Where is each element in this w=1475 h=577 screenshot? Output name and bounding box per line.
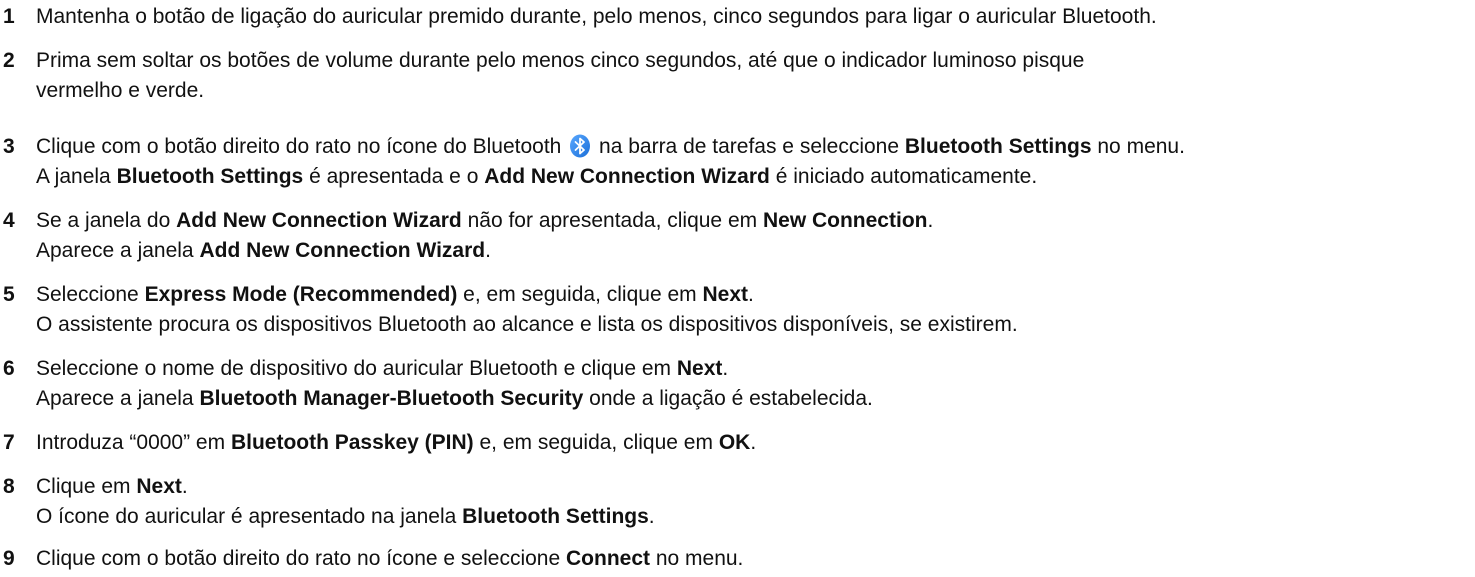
step-text-run: é iniciado automaticamente. [769,165,1038,188]
step-text-run: O ícone do auricular é apresentado na ja… [36,505,463,528]
step-number: 9 [3,547,15,570]
step-text: Se a janela do Add New Connection Wizard… [36,206,1472,266]
step-text-run: . [750,431,757,454]
step-text-run: Clique com o botão direito do rato no íc… [36,135,568,158]
step-text-run: e, em seguida, clique em [473,431,719,454]
ui-term: Bluetooth Manager-Bluetooth Security [199,387,584,410]
step-text-run: Seleccione o nome de dispositivo do auri… [36,357,677,380]
step-text-run: e, em seguida, clique em [457,283,703,306]
step-text-run: é apresentada e o [303,165,485,188]
step-line: Mantenha o botão de ligação do auricular… [36,2,1472,32]
step-text-run: no menu. [650,547,744,570]
ui-term: Bluetooth Settings [904,135,1092,158]
step-line: Aparece a janela Add New Connection Wiza… [36,236,1472,266]
ui-term: OK [718,431,751,454]
ui-term: Add New Connection Wizard [199,239,486,262]
step-text-run: . [927,209,934,232]
step-number: 4 [3,209,15,232]
step-text-run: onde a ligação é estabelecida. [583,387,873,410]
step-text-run: Seleccione [36,283,145,306]
step-text-run: Clique em [36,475,137,498]
step-text-run: Aparece a janela [36,387,200,410]
step-line: Introduza “0000” em Bluetooth Passkey (P… [36,428,1472,458]
step-line: Se a janela do Add New Connection Wizard… [36,206,1472,236]
ui-term: Express Mode (Recommended) [144,283,458,306]
step-text: Mantenha o botão de ligação do auricular… [36,2,1472,32]
step-number: 1 [3,5,15,28]
step-line: Clique com o botão direito do rato no íc… [36,544,1472,574]
ui-term: New Connection [762,209,928,232]
ui-term: Next [676,357,723,380]
ui-term: Bluetooth Settings [462,505,649,528]
bluetooth-icon [569,134,591,158]
step-line: Aparece a janela Bluetooth Manager-Bluet… [36,384,1472,414]
step-number: 2 [3,49,15,72]
step-text: Clique com o botão direito do rato no íc… [36,544,1472,574]
ui-term: Bluetooth Passkey (PIN) [230,431,474,454]
step-text-run: não for apresentada, clique em [461,209,763,232]
step-text: Introduza “0000” em Bluetooth Passkey (P… [36,428,1472,458]
step-text-run: Prima sem soltar os botões de volume dur… [36,49,1085,72]
step-text-run: Introduza “0000” em [36,431,231,454]
step-text-run: O assistente procura os dispositivos Blu… [36,313,1018,336]
step-number: 6 [3,357,15,380]
step-line: Prima sem soltar os botões de volume dur… [36,46,1472,76]
step-line: O assistente procura os dispositivos Blu… [36,310,1472,340]
step-text: Seleccione o nome de dispositivo do auri… [36,354,1472,414]
step-text-run: . [722,357,729,380]
step-line: O ícone do auricular é apresentado na ja… [36,502,1472,532]
step-text-run: Mantenha o botão de ligação do auricular… [36,5,1157,28]
instruction-steps: 1 Mantenha o botão de ligação do auricul… [0,0,1475,577]
step-text-run: no menu. [1091,135,1185,158]
step-text: Seleccione Express Mode (Recommended) e,… [36,280,1472,340]
step-line: Clique em Next. [36,472,1472,502]
step-text-run: . [181,475,188,498]
step-text-run: . [748,283,754,306]
step-line: A janela Bluetooth Settings é apresentad… [36,162,1472,192]
ui-term: Next [136,475,182,498]
step-text-run: A janela [36,165,117,188]
ui-term: Add New Connection Wizard [176,209,462,232]
ui-term: Bluetooth Settings [116,165,304,188]
step-number: 3 [3,135,15,158]
step-text: Clique em Next. O ícone do auricular é ap… [36,472,1472,532]
ui-term: Add New Connection Wizard [484,165,770,188]
step-text: Prima sem soltar os botões de volume dur… [36,46,1472,106]
ui-term: Connect [566,547,650,570]
step-number: 7 [3,431,15,454]
step-line: vermelho e verde. [36,76,1472,106]
step-text-run: na barra de tarefas e seleccione [593,135,905,158]
step-text-run: Clique com o botão direito do rato no íc… [36,547,566,570]
step-line: Seleccione Express Mode (Recommended) e,… [36,280,1472,310]
step-text-run: Se a janela do [36,209,177,232]
step-number: 5 [3,283,15,306]
step-line: Seleccione o nome de dispositivo do auri… [36,354,1472,384]
step-text-run: . [648,505,655,528]
step-text-run: . [485,239,491,262]
step-text: Clique com o botão direito do rato no íc… [36,132,1472,192]
ui-term: Next [702,283,748,306]
step-number: 8 [3,475,15,498]
step-text-run: Aparece a janela [36,239,200,262]
step-line: Clique com o botão direito do rato no íc… [36,132,1472,162]
step-text-run: vermelho e verde. [36,79,205,102]
